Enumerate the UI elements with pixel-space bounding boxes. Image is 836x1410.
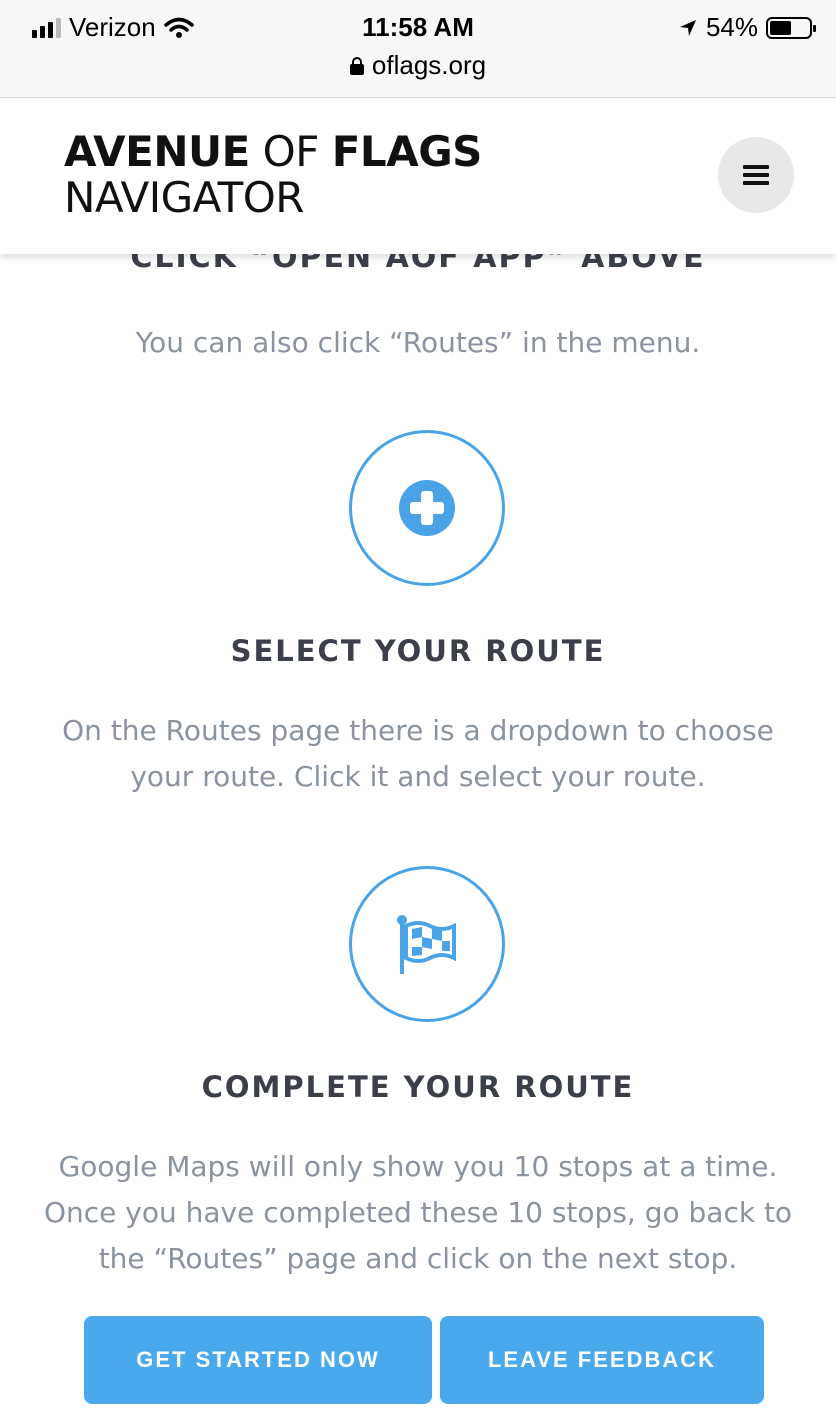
leave-feedback-button[interactable]: LEAVE FEEDBACK [440,1316,764,1404]
select-route-text-line2: your route. Click it and select your rou… [130,760,706,793]
hamburger-icon [743,165,769,185]
menu-button[interactable] [718,137,794,213]
location-arrow-icon [679,19,696,36]
url-text: oflags.org [371,50,487,80]
checkered-flag-icon [397,915,456,974]
complete-route-text-line2: Once you have completed these 10 stops, … [43,1196,793,1229]
battery-icon [766,16,816,39]
brand-subtitle: NAVIGATOR [64,173,304,222]
site-logo[interactable]: AVENUE OF FLAGS NAVIGATOR [64,129,482,221]
brand-title: AVENUE OF FLAGS [64,129,482,175]
complete-route-text-line3: the “Routes” page and click on the next … [98,1242,738,1275]
complete-route-text-line1: Google Maps will only show you 10 stops … [58,1150,778,1183]
complete-route-title: COMPLETE YOUR ROUTE [201,1070,635,1104]
brand-flags: FLAGS [331,127,483,176]
url-bar[interactable]: oflags.org [0,50,836,81]
site-header: AVENUE OF FLAGS NAVIGATOR [0,99,836,254]
brand-avenue: AVENUE [64,127,250,176]
browser-topbar: Verizon 11:58 AM 54% oflags.org [0,0,836,98]
lock-icon [349,56,364,75]
battery-fill [770,20,791,35]
status-right: 54% [678,12,816,43]
select-route-title: SELECT YOUR ROUTE [230,634,606,668]
flag-circle-icon [349,866,505,1022]
add-icon [399,480,455,536]
plus-circle-icon [349,430,505,586]
get-started-button[interactable]: GET STARTED NOW [84,1316,432,1404]
battery-percent: 54% [705,12,758,42]
partial-step-text: You can also click “Routes” in the menu. [135,326,701,359]
select-route-text-line1: On the Routes page there is a dropdown t… [62,714,774,747]
brand-of: OF [262,127,320,176]
